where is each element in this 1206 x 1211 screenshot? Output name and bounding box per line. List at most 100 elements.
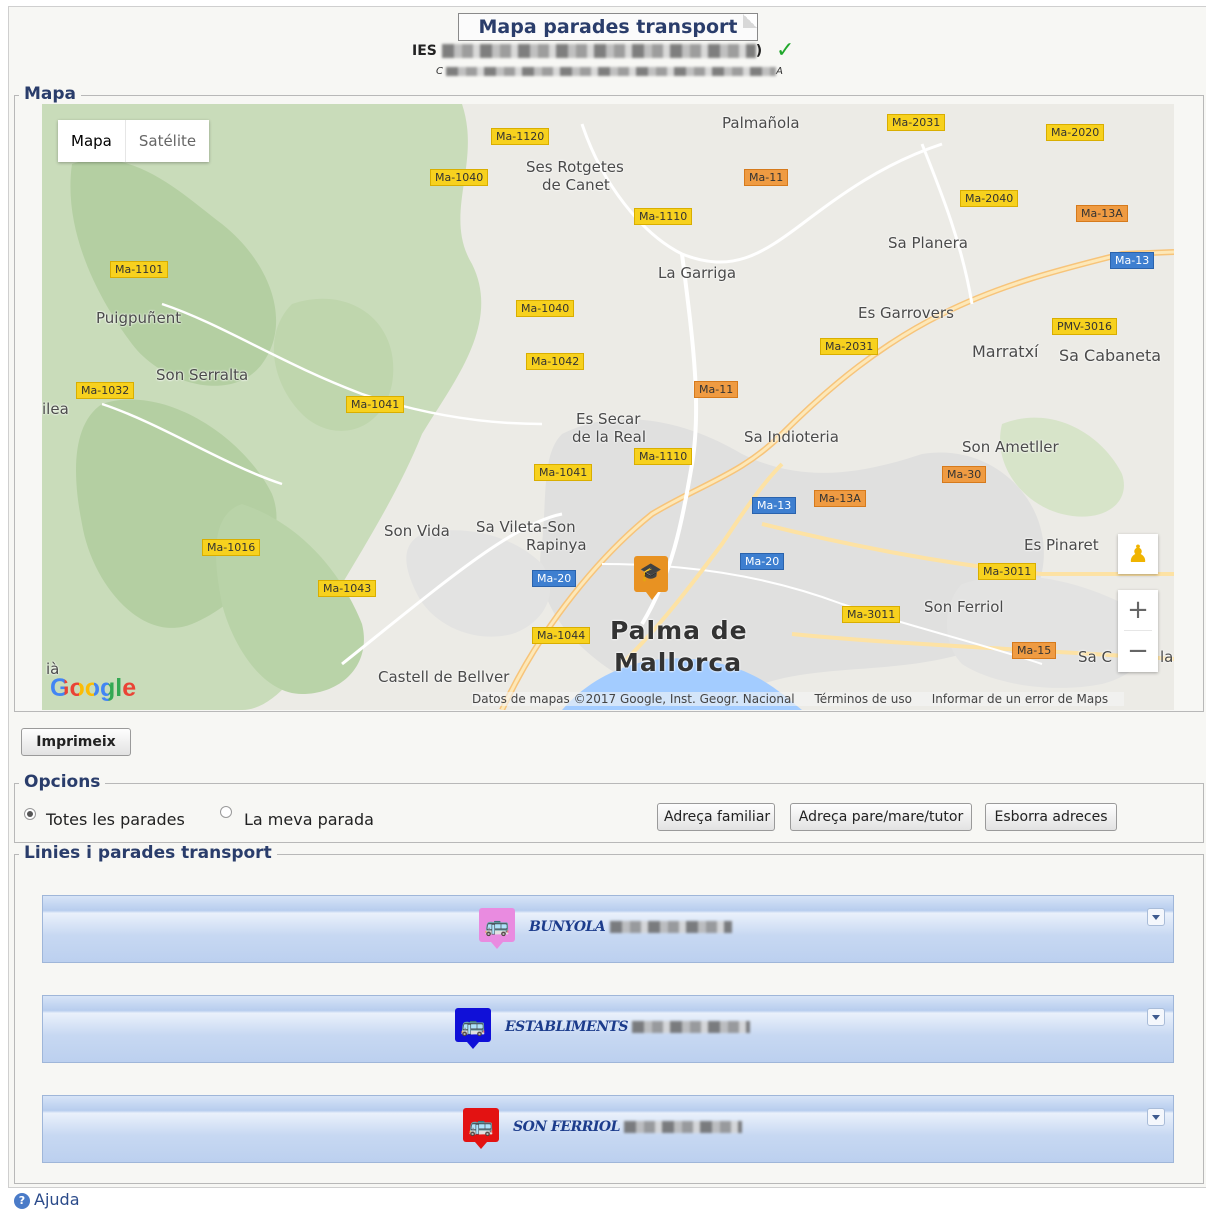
road-shield: PMV-3016 xyxy=(1052,318,1117,335)
redacted-school-name xyxy=(441,44,756,58)
road-shield: Ma-1043 xyxy=(318,580,377,597)
bus-icon: 🚌 xyxy=(455,1008,491,1049)
road-shield: Ma-2040 xyxy=(960,190,1019,207)
parent-address-button[interactable]: Adreça pare/mare/tutor xyxy=(790,803,972,831)
radio-all-stops[interactable] xyxy=(24,808,36,820)
lines-legend: Linies i parades transport xyxy=(19,843,277,863)
place-label: Ses Rotgetes xyxy=(526,158,624,176)
place-label: Rapinya xyxy=(526,536,587,554)
road-shield: Ma-1110 xyxy=(634,208,693,225)
bus-line-label: BUNYOLA xyxy=(529,919,732,935)
road-shield: Ma-2020 xyxy=(1046,124,1105,141)
road-shield: Ma-20 xyxy=(532,570,577,587)
road-shield: Ma-13A xyxy=(814,490,866,507)
city-label: Palma de xyxy=(610,616,748,645)
map-type-control[interactable]: Mapa Satélite xyxy=(58,120,210,162)
school-suffix: ) xyxy=(755,43,763,59)
bus-line-bunyola[interactable]: 🚌 BUNYOLA xyxy=(42,895,1174,963)
subtitle-prefix: C xyxy=(436,66,443,77)
map-legend: Mapa xyxy=(19,84,82,104)
zoom-in-button[interactable]: + xyxy=(1118,590,1158,630)
place-label: Sa C xyxy=(1078,648,1112,666)
bus-icon: 🚌 xyxy=(463,1108,499,1149)
expand-chevron-icon[interactable] xyxy=(1147,1108,1165,1126)
redacted-line-info xyxy=(632,1021,751,1033)
zoom-control[interactable]: + − xyxy=(1118,590,1158,672)
place-label: Es Pinaret xyxy=(1024,536,1099,554)
place-label: Castell de Bellver xyxy=(378,668,510,686)
place-label: Sa Indioteria xyxy=(744,428,839,446)
zoom-out-button[interactable]: − xyxy=(1118,631,1158,671)
terms-link[interactable]: Términos de uso xyxy=(814,692,911,706)
bus-line-name: BUNYOLA xyxy=(529,919,606,935)
radio-my-stop-label: La meva parada xyxy=(244,810,374,829)
place-label: Puigpuñent xyxy=(96,309,182,327)
help-icon: ? xyxy=(14,1192,30,1209)
road-shield: Ma-15 xyxy=(1012,642,1057,659)
road-shield: Ma-1120 xyxy=(491,128,550,145)
school-subtitle: C A xyxy=(436,66,783,77)
place-label: Es Secar xyxy=(576,410,641,428)
school-marker-icon[interactable]: 🎓 xyxy=(634,556,668,600)
options-legend: Opcions xyxy=(19,772,106,792)
page-title: Mapa parades transport xyxy=(458,13,758,41)
subtitle-suffix: A xyxy=(776,66,784,77)
map-data-credit: Datos de mapas ©2017 Google, Inst. Geogr… xyxy=(472,692,795,706)
map[interactable]: Palmañola Ses Rotgetes de Canet Sa Plane… xyxy=(42,104,1174,710)
place-label: Son Ametller xyxy=(962,438,1059,456)
road-shield: Ma-11 xyxy=(744,169,789,186)
place-label: Son Serralta xyxy=(156,366,249,384)
clear-addresses-button[interactable]: Esborra adreces xyxy=(985,803,1117,831)
road-shield: Ma-13 xyxy=(752,497,797,514)
road-shield: Ma-1041 xyxy=(534,464,593,481)
place-label: Marratxí xyxy=(972,342,1039,361)
place-label: La Garriga xyxy=(658,264,737,282)
redacted-line-info xyxy=(609,921,732,933)
road-shield: Ma-1110 xyxy=(634,448,693,465)
road-shield: Ma-20 xyxy=(740,553,785,570)
place-label: Son Ferriol xyxy=(924,598,1004,616)
folded-corner xyxy=(743,14,757,28)
road-shield: Ma-1041 xyxy=(346,396,405,413)
road-shield: Ma-2031 xyxy=(820,338,879,355)
road-shield: Ma-1101 xyxy=(110,261,169,278)
page-title-text: Mapa parades transport xyxy=(478,16,738,38)
radio-my-stop[interactable] xyxy=(220,806,232,818)
expand-chevron-icon[interactable] xyxy=(1147,1008,1165,1026)
bus-line-label: ESTABLIMENTS xyxy=(505,1019,751,1035)
place-label: Son Vida xyxy=(384,522,450,540)
map-type-map[interactable]: Mapa xyxy=(58,120,125,162)
bus-line-name: ESTABLIMENTS xyxy=(505,1019,629,1035)
road-shield: Ma-2031 xyxy=(887,114,946,131)
road-shield: Ma-30 xyxy=(942,466,987,483)
road-shield: Ma-3011 xyxy=(842,606,901,623)
road-shield: Ma-1032 xyxy=(76,382,135,399)
school-name: IES ) xyxy=(412,43,762,63)
checkmark-icon: ✓ xyxy=(776,38,795,63)
road-shield: Ma-11 xyxy=(694,381,739,398)
redacted-subtitle xyxy=(446,66,777,76)
street-view-pegman-icon[interactable]: ♟ xyxy=(1118,534,1158,574)
redacted-line-info xyxy=(624,1121,743,1133)
road-shield: Ma-1042 xyxy=(526,353,585,370)
road-shield: Ma-1016 xyxy=(202,539,261,556)
map-type-satellite[interactable]: Satélite xyxy=(124,120,209,162)
family-address-button[interactable]: Adreça familiar xyxy=(657,803,775,831)
road-shield: Ma-1044 xyxy=(532,627,591,644)
bus-line-establiments[interactable]: 🚌 ESTABLIMENTS xyxy=(42,995,1174,1063)
bus-line-son-ferriol[interactable]: 🚌 SON FERRIOL xyxy=(42,1095,1174,1163)
road-shield: Ma-3011 xyxy=(978,563,1037,580)
expand-chevron-icon[interactable] xyxy=(1147,908,1165,926)
bus-icon: 🚌 xyxy=(479,908,515,949)
map-attribution: Datos de mapas ©2017 Google, Inst. Geogr… xyxy=(472,692,1125,706)
google-logo: Google xyxy=(50,674,136,703)
place-label: ilea xyxy=(42,400,69,418)
road-shield: Ma-13 xyxy=(1110,252,1155,269)
place-label: Palmañola xyxy=(722,114,800,132)
help-link[interactable]: ? Ajuda xyxy=(14,1190,80,1209)
report-error-link[interactable]: Informar de un error de Maps xyxy=(932,692,1108,706)
print-button[interactable]: Imprimeix xyxy=(21,728,131,756)
place-label: la xyxy=(1160,648,1174,666)
road-shield: Ma-1040 xyxy=(430,169,489,186)
place-label: Sa Planera xyxy=(888,234,968,252)
